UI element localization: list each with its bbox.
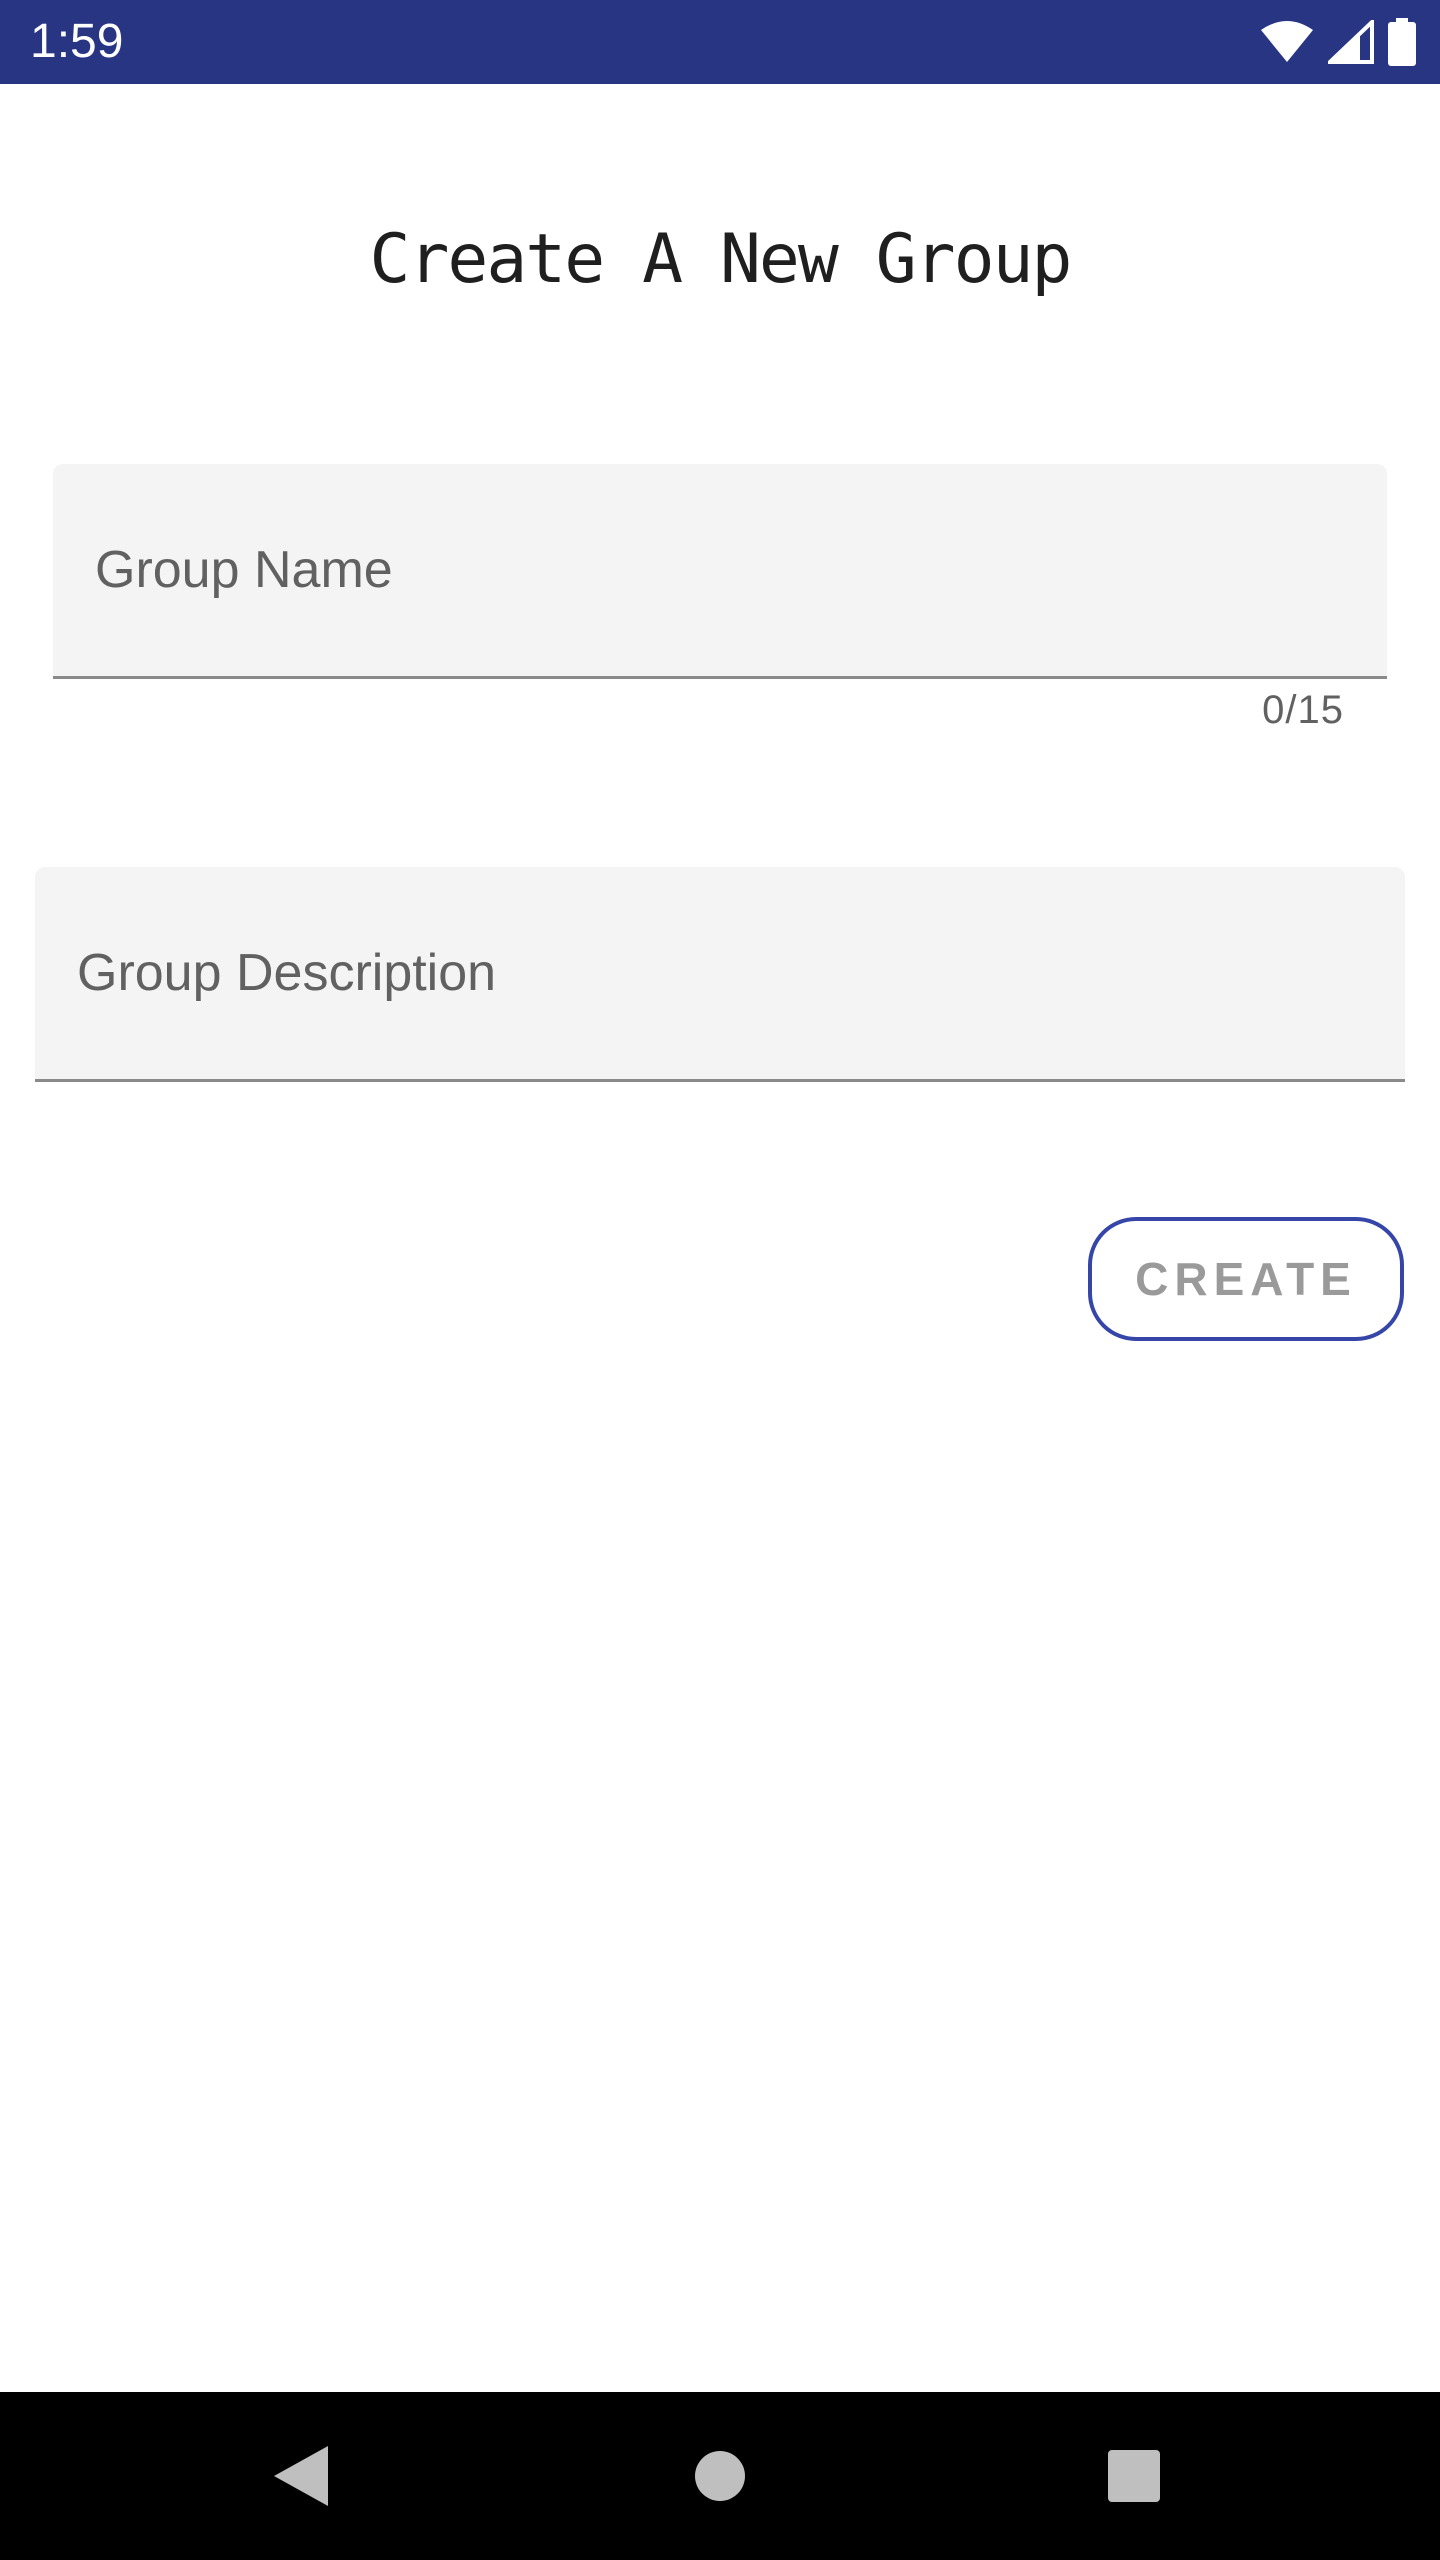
recents-button[interactable] <box>1050 2392 1218 2560</box>
status-icons <box>1260 14 1416 70</box>
status-time: 1:59 <box>30 15 124 68</box>
group-name-label: Group Name <box>95 541 393 599</box>
page-title: Create A New Group <box>369 220 1073 299</box>
home-icon <box>695 2451 745 2501</box>
group-name-char-counter: 0/15 <box>1262 688 1344 732</box>
cell-signal-icon <box>1328 20 1374 64</box>
back-icon <box>274 2446 328 2506</box>
wifi-icon <box>1261 21 1313 62</box>
group-description-field[interactable]: Group Description <box>35 867 1405 1082</box>
group-description-label: Group Description <box>77 944 497 1002</box>
back-button[interactable] <box>216 2392 384 2560</box>
status-bar: 1:59 <box>0 0 1440 84</box>
home-button[interactable] <box>636 2392 804 2560</box>
create-button[interactable]: CREATE <box>1088 1217 1404 1341</box>
group-name-field[interactable]: Group Name <box>53 464 1387 679</box>
navigation-bar <box>0 2392 1440 2560</box>
recents-icon <box>1108 2450 1160 2502</box>
battery-icon <box>1388 18 1416 66</box>
